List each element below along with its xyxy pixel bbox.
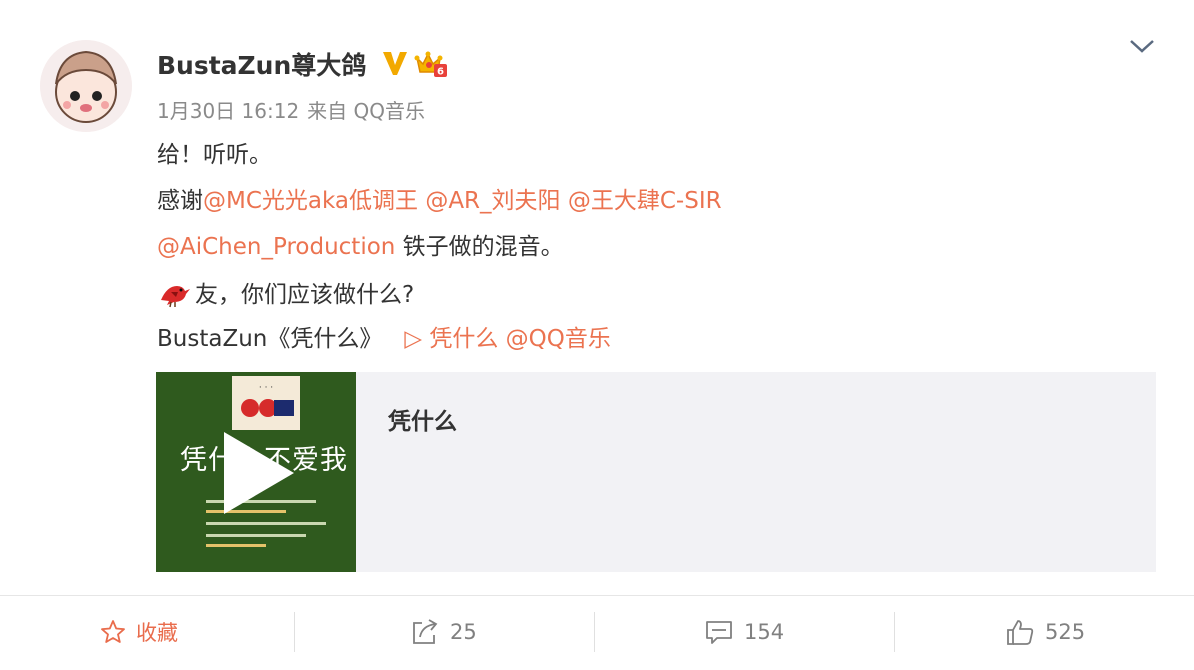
v-badge-icon [383,52,407,75]
thanks-text: 感谢 [157,188,203,214]
username[interactable]: BustaZun尊大鸽 [157,46,366,82]
comment-button[interactable]: 154 [704,612,784,652]
thumbs-up-icon [1007,620,1034,645]
share-icon [413,619,438,644]
post-text-line-2: 感谢@MC光光aka低调王 @AR_刘夫阳 @王大肆C-SIR [157,186,722,216]
post-text-line-1: 给！听听。 [157,142,272,168]
favorite-label: 收藏 [136,621,178,645]
music-link[interactable]: ▷ 凭什么 @QQ音乐 [404,326,611,352]
music-card[interactable]: · · · 凭什么不爱我 凭什么 [156,372,1156,572]
post-time[interactable]: 1月30日 16:12 [157,99,299,123]
mention-mc[interactable]: @MC光光aka低调王 [203,188,418,214]
share-button[interactable]: 25 [410,612,477,652]
share-count: 25 [450,620,477,644]
avatar[interactable] [40,40,132,132]
crown-icon: 6 [414,51,447,78]
mention-aichen[interactable]: @AiChen_Production [157,234,395,260]
star-icon [101,620,125,643]
card-thumbnail[interactable]: · · · 凭什么不爱我 [156,372,356,572]
card-title: 凭什么 [388,409,457,435]
like-button[interactable]: 525 [1005,612,1085,652]
mix-text: 铁子做的混音。 [395,234,564,260]
post-text-line-5: BustaZun《凭什么》 ▷ 凭什么 @QQ音乐 [157,324,611,354]
action-separator [294,612,295,652]
like-count: 525 [1045,620,1086,644]
play-icon[interactable] [218,428,298,518]
action-bar-divider [0,595,1194,596]
post-text-line-3: @AiChen_Production 铁子做的混音。 [157,232,564,262]
svg-text:· · ·: · · · [259,383,273,393]
chevron-down-icon[interactable] [1128,36,1156,56]
post-text-line-4: 友，你们应该做什么? [157,278,414,310]
mention-wang[interactable]: @王大肆C-SIR [568,188,722,214]
song-text: BustaZun《凭什么》 [157,326,383,352]
question-text: 友，你们应该做什么? [195,282,415,308]
comment-icon [706,621,732,644]
post-meta: 1月30日 16:12 来自 QQ音乐 [157,95,433,124]
svg-text:6: 6 [437,67,444,78]
action-separator [894,612,895,652]
favorite-button[interactable]: 收藏 [100,612,178,652]
post-source[interactable]: 来自 QQ音乐 [307,99,425,123]
action-separator [594,612,595,652]
comment-count: 154 [744,620,785,644]
mention-ar[interactable]: @AR_刘夫阳 [425,188,560,214]
bird-emoji-icon [161,286,190,308]
